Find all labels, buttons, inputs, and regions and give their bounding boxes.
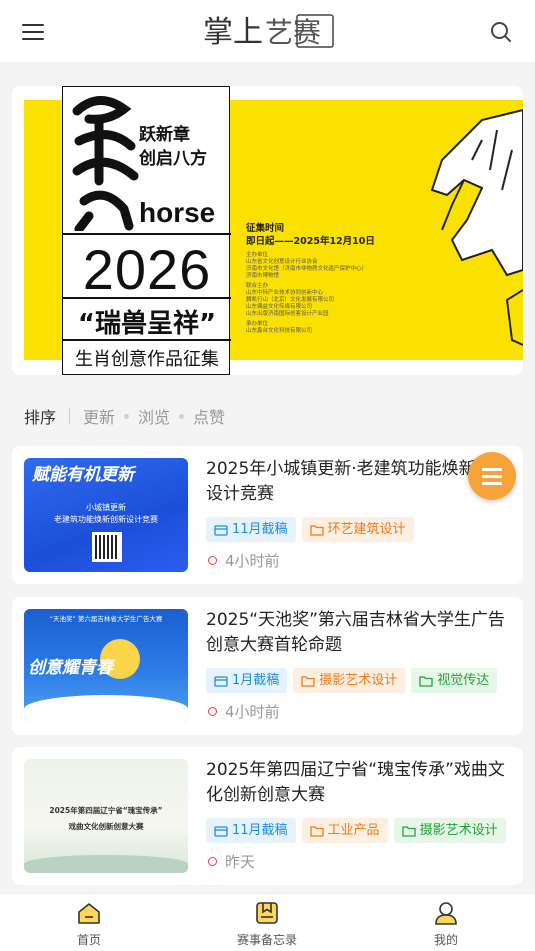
post-time: 4小时前 xyxy=(208,550,280,571)
deadline-tag: 1月截稿 xyxy=(206,668,288,693)
category-tag: 摄影艺术设计 xyxy=(293,668,406,693)
card-title[interactable]: 2025年第四届辽宁省“瑰宝传承”戏曲文化创新创意大赛 xyxy=(206,758,514,808)
top-header: 掌上 艺赛 xyxy=(0,0,535,62)
horse-illustration xyxy=(430,108,523,346)
poster-year: 2026 xyxy=(82,238,212,301)
card-thumbnail[interactable]: “天池奖” 第六届吉林省大学生广告大赛 创意耀青春 xyxy=(24,609,188,723)
category-tag: 环艺建筑设计 xyxy=(301,517,414,542)
tag-list: 11月截稿 工业产品 摄影艺术设计 xyxy=(206,818,506,843)
poster-horse-word: horse xyxy=(139,197,216,228)
poster-theme: “瑞兽呈祥” xyxy=(77,309,217,339)
search-icon[interactable] xyxy=(489,20,513,44)
time-dot-icon xyxy=(208,707,217,716)
card-title[interactable]: 2025“天池奖”第六届吉林省大学生广告创意大赛首轮命题 xyxy=(206,608,514,658)
nav-item-profile[interactable]: 我的 xyxy=(386,894,506,951)
deadline-info: 征集时间 即日起——2025年12月10日 xyxy=(246,223,375,247)
calendar-icon xyxy=(214,675,228,687)
competition-card[interactable]: 赋能有机更新 小城镇更新 老建筑功能焕新创新设计竞赛 2025年小城镇更新·老建… xyxy=(12,446,523,584)
card-thumbnail[interactable]: 2025年第四届辽宁省“瑰宝传承” 戏曲文化创新创意大赛 xyxy=(24,759,188,873)
post-time: 4小时前 xyxy=(208,701,280,722)
calendar-icon xyxy=(214,524,228,536)
sort-bar: 排序 更新 浏览 点赞 xyxy=(24,404,225,428)
category-tag: 视觉传达 xyxy=(411,668,498,693)
app-logo[interactable]: 掌上 艺赛 xyxy=(203,12,335,50)
time-dot-icon xyxy=(208,857,217,866)
category-tag: 摄影艺术设计 xyxy=(393,818,506,843)
post-time: 昨天 xyxy=(208,851,255,872)
category-tag: 工业产品 xyxy=(301,818,388,843)
calendar-icon xyxy=(214,825,228,837)
qr-code-icon xyxy=(92,532,122,562)
promo-banner[interactable]: 跃新章 创启八方 horse 2026 “瑞兽呈祥” 生肖创意作品征集 征集时间… xyxy=(12,86,523,375)
deadline-tag: 11月截稿 xyxy=(206,818,296,843)
organizer-list: 主办单位 山东省文化创意设计行业协会 济南市文化馆（济南市非物质文化遗产保护中心… xyxy=(246,252,368,334)
bottom-navigation: 首页 赛事备忘录 我的 xyxy=(0,893,535,951)
sort-label[interactable]: 排序 xyxy=(24,404,56,428)
tag-list: 11月截稿 环艺建筑设计 xyxy=(206,517,414,542)
svg-text:掌上: 掌上 xyxy=(203,15,263,50)
competition-card[interactable]: 2025年第四届辽宁省“瑰宝传承” 戏曲文化创新创意大赛 2025年第四届辽宁省… xyxy=(12,747,523,885)
competition-card[interactable]: “天池奖” 第六届吉林省大学生广告大赛 创意耀青春 2025“天池奖”第六届吉林… xyxy=(12,597,523,735)
poster-panel: 跃新章 创启八方 horse 2026 “瑞兽呈祥” 生肖创意作品征集 xyxy=(62,86,231,375)
hamburger-menu-icon[interactable] xyxy=(22,22,46,42)
folder-icon xyxy=(419,675,433,687)
nav-item-home[interactable]: 首页 xyxy=(29,894,149,951)
nav-item-memo[interactable]: 赛事备忘录 xyxy=(207,894,327,951)
sort-option-likes[interactable]: 点赞 xyxy=(193,404,225,428)
card-thumbnail[interactable]: 赋能有机更新 小城镇更新 老建筑功能焕新创新设计竞赛 xyxy=(24,458,188,572)
tag-list: 1月截稿 摄影艺术设计 视觉传达 xyxy=(206,668,498,693)
floating-menu-button[interactable] xyxy=(468,452,516,500)
sort-option-views[interactable]: 浏览 xyxy=(138,404,170,428)
folder-icon xyxy=(401,825,416,837)
bookmark-memo-icon xyxy=(256,902,278,924)
time-dot-icon xyxy=(208,556,217,565)
svg-text:艺赛: 艺赛 xyxy=(265,16,321,49)
home-icon xyxy=(78,903,100,924)
folder-icon xyxy=(301,675,315,687)
folder-icon xyxy=(309,524,324,536)
sort-option-update[interactable]: 更新 xyxy=(83,404,115,428)
horse-seal-glyph xyxy=(72,96,139,231)
user-icon xyxy=(435,902,457,925)
poster-subtitle: 生肖创意作品征集 xyxy=(75,349,219,370)
poster-slogan: 跃新章 创启八方 xyxy=(139,125,207,169)
deadline-tag: 11月截稿 xyxy=(206,517,296,542)
folder-icon xyxy=(309,825,324,837)
